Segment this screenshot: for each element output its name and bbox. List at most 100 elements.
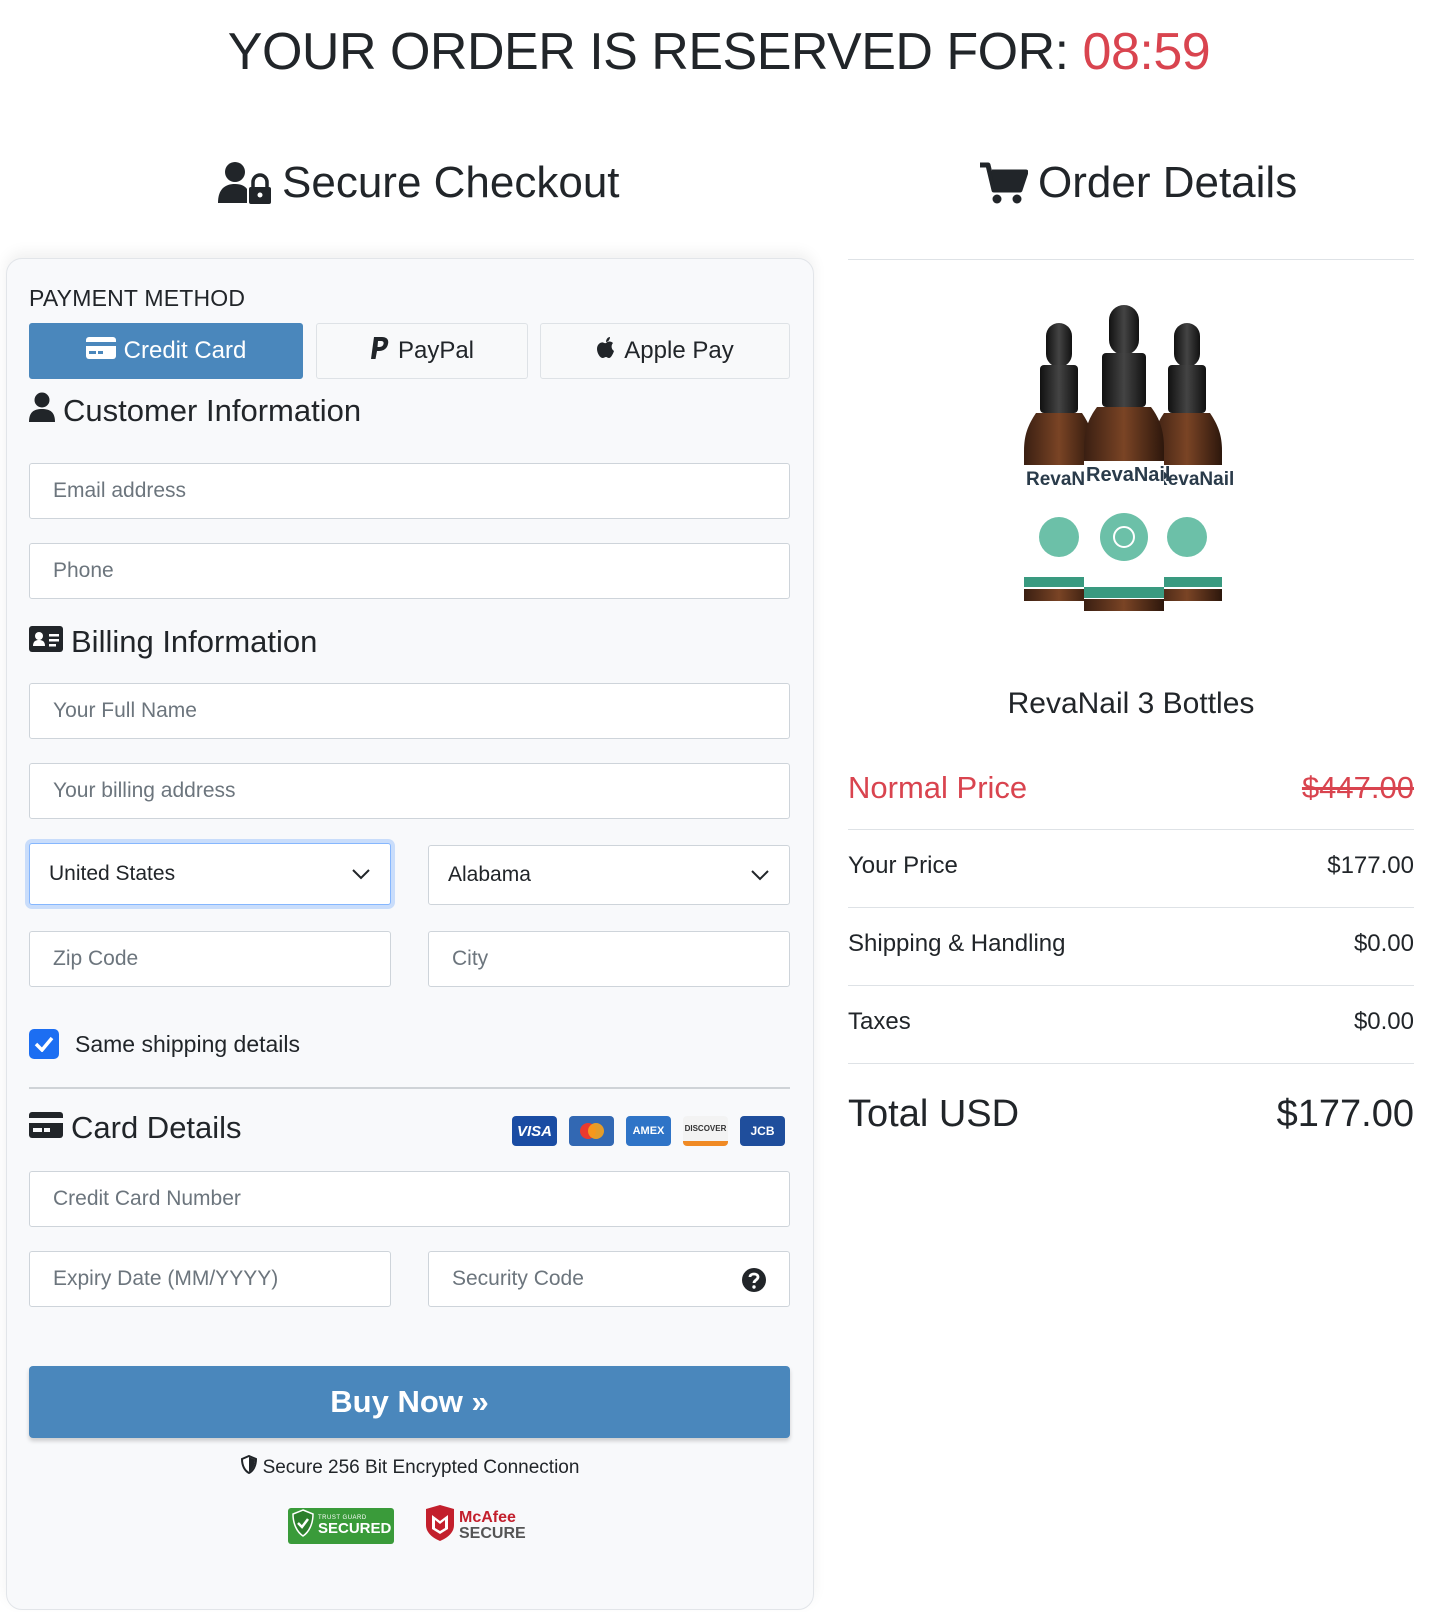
- section-divider: [29, 1087, 790, 1089]
- chevron-down-icon: [751, 863, 769, 887]
- email-field[interactable]: Email address: [29, 463, 790, 519]
- full-name-field[interactable]: Your Full Name: [29, 683, 790, 739]
- page-title: Secure Checkout: [282, 158, 620, 207]
- reservation-timer: YOUR ORDER IS RESERVED FOR: 08:59: [0, 22, 1438, 82]
- price-divider: [848, 985, 1414, 986]
- trust-guard-badge: TRUST GUARD SECURED: [288, 1507, 394, 1544]
- timer-countdown: 08:59: [1082, 23, 1211, 81]
- apple-icon: [596, 336, 616, 367]
- product-label-text: RevaNail: [1086, 464, 1171, 486]
- trust-guard-label: SECURED: [318, 1520, 392, 1537]
- mcafee-secure-label: SECURE: [459, 1524, 526, 1542]
- question-circle-icon[interactable]: [741, 1267, 767, 1299]
- credit-card-icon: [29, 1110, 63, 1146]
- amex-icon: AMEX: [626, 1116, 671, 1146]
- order-title: Order Details: [1038, 158, 1298, 207]
- price-divider: [848, 907, 1414, 908]
- user-icon: [29, 392, 55, 430]
- price-divider: [848, 1063, 1414, 1064]
- shipping-value: $0.00: [1353, 930, 1414, 957]
- shield-check-icon: [292, 1509, 314, 1542]
- card-number-field[interactable]: Credit Card Number: [29, 1171, 790, 1227]
- paypal-icon: [370, 336, 390, 367]
- amex-label: AMEX: [632, 1125, 665, 1137]
- security-code-placeholder: Security Code: [452, 1267, 584, 1290]
- your-price-value: $177.00: [1327, 852, 1414, 879]
- shopping-cart-icon: [980, 162, 1028, 204]
- city-placeholder: City: [452, 947, 489, 970]
- price-divider: [848, 829, 1414, 830]
- card-details-heading: Card Details: [29, 1110, 242, 1146]
- accepted-cards: VISA AMEX DISCOVER JCB: [512, 1116, 785, 1146]
- card-number-placeholder: Credit Card Number: [53, 1187, 241, 1210]
- billing-address-placeholder: Your billing address: [53, 779, 236, 802]
- credit-card-icon: [85, 336, 116, 366]
- shipping-row: Shipping & Handling $0.00: [848, 930, 1414, 958]
- timer-prefix: YOUR ORDER IS RESERVED FOR:: [227, 23, 1083, 81]
- security-badges: TRUST GUARD SECURED McAfee SECURE: [288, 1505, 526, 1546]
- secure-connection-note: Secure 256 Bit Encrypted Connection: [0, 1454, 820, 1480]
- normal-price-value: $447.00: [1301, 770, 1414, 805]
- taxes-label: Taxes: [848, 1008, 911, 1035]
- apple-pay-method-label: Apple Pay: [624, 337, 734, 364]
- secure-checkout-heading: Secure Checkout: [218, 158, 620, 208]
- shield-icon: [240, 1454, 257, 1480]
- your-price-label: Your Price: [848, 852, 958, 879]
- country-select[interactable]: United States: [29, 843, 391, 905]
- order-details-heading: Order Details: [980, 158, 1297, 208]
- state-value: Alabama: [448, 863, 531, 886]
- billing-info-heading: Billing Information: [29, 624, 317, 660]
- email-placeholder: Email address: [53, 479, 187, 502]
- zip-code-field[interactable]: Zip Code: [29, 931, 391, 987]
- phone-placeholder: Phone: [53, 559, 114, 582]
- visa-label: VISA: [516, 1122, 552, 1140]
- same-shipping-label: Same shipping details: [75, 1030, 301, 1057]
- total-value: $177.00: [1276, 1093, 1414, 1135]
- mastercard-icon: [569, 1116, 614, 1146]
- discover-icon: DISCOVER: [683, 1116, 728, 1146]
- card-details-title: Card Details: [71, 1110, 242, 1145]
- total-row: Total USD $177.00: [848, 1093, 1414, 1136]
- total-label: Total USD: [848, 1093, 1020, 1135]
- billing-info-title: Billing Information: [71, 624, 318, 659]
- credit-card-method-button[interactable]: Credit Card: [29, 323, 303, 379]
- security-code-field[interactable]: Security Code: [428, 1251, 790, 1307]
- mcafee-badge: McAfee SECURE: [424, 1505, 526, 1546]
- phone-field[interactable]: Phone: [29, 543, 790, 599]
- order-header-divider: [848, 259, 1414, 260]
- paypal-method-label: PayPal: [397, 337, 475, 364]
- taxes-value: $0.00: [1353, 1008, 1414, 1035]
- mcafee-shield-icon: [424, 1505, 456, 1546]
- user-lock-icon: [218, 161, 272, 205]
- credit-card-method-label: Credit Card: [123, 337, 247, 364]
- checkmark-icon: [34, 1036, 54, 1052]
- state-select[interactable]: Alabama: [428, 845, 790, 905]
- product-image: RevaNail RevaNail RevaNail: [1010, 305, 1258, 625]
- payment-method-label: PAYMENT METHOD: [29, 285, 246, 311]
- expiry-date-field[interactable]: Expiry Date (MM/YYYY): [29, 1251, 391, 1307]
- apple-pay-method-button[interactable]: Apple Pay: [540, 323, 790, 379]
- normal-price-label: Normal Price: [848, 770, 1028, 805]
- chevron-down-icon: [352, 862, 370, 886]
- shipping-label: Shipping & Handling: [848, 930, 1066, 957]
- billing-address-field[interactable]: Your billing address: [29, 763, 790, 819]
- country-value: United States: [49, 862, 176, 885]
- visa-icon: VISA: [512, 1116, 557, 1146]
- product-bottles-illustration: RevaNail RevaNail RevaNail: [1024, 305, 1234, 611]
- customer-info-title: Customer Information: [63, 393, 362, 428]
- discover-label: DISCOVER: [684, 1124, 727, 1133]
- buy-now-button[interactable]: Buy Now »: [29, 1366, 790, 1438]
- id-card-icon: [29, 624, 63, 660]
- product-name: RevaNail 3 Bottles: [1007, 687, 1255, 720]
- mcafee-label: McAfee: [459, 1508, 516, 1526]
- paypal-method-button[interactable]: PayPal: [316, 323, 528, 379]
- city-field[interactable]: City: [428, 931, 790, 987]
- jcb-label: JCB: [750, 1124, 775, 1138]
- same-shipping-row: Same shipping details: [29, 1029, 300, 1059]
- taxes-row: Taxes $0.00: [848, 1008, 1414, 1036]
- normal-price-row: Normal Price $447.00: [848, 770, 1414, 806]
- secure-connection-text: Secure 256 Bit Encrypted Connection: [262, 1456, 580, 1478]
- same-shipping-checkbox[interactable]: [29, 1029, 59, 1059]
- zip-placeholder: Zip Code: [53, 947, 139, 970]
- your-price-row: Your Price $177.00: [848, 852, 1414, 880]
